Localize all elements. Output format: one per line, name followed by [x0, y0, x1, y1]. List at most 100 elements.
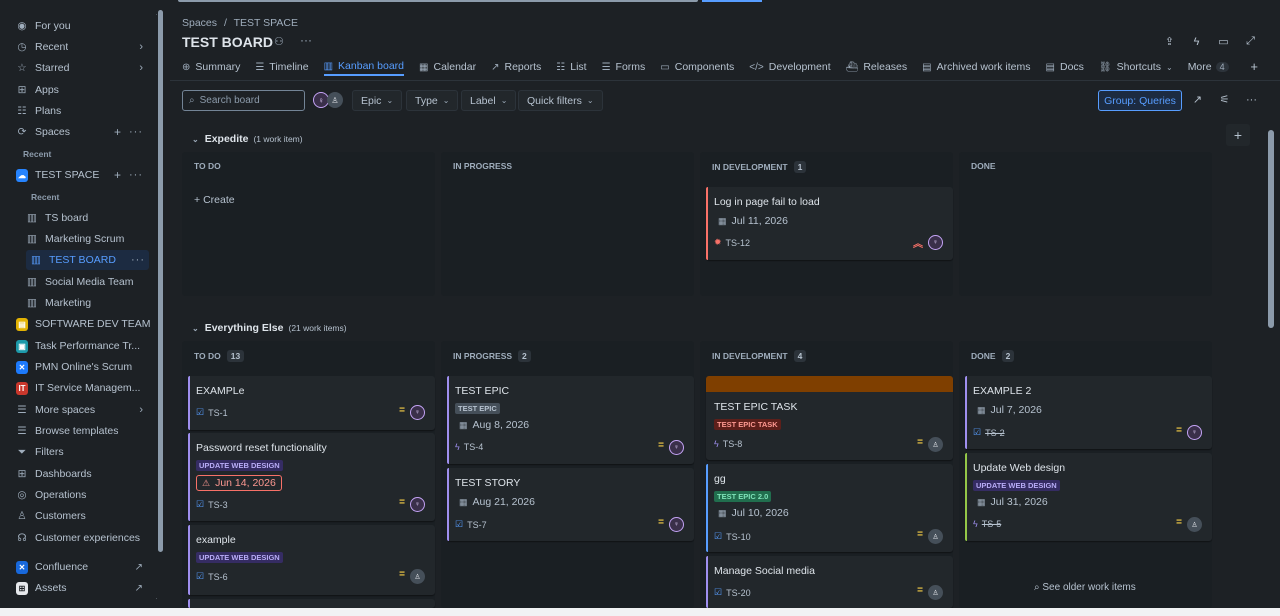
space-avatar-icon: IT [16, 381, 28, 395]
unassigned-avatar[interactable]: ♙ [410, 569, 425, 584]
tab-calendar[interactable]: ▦ Calendar [419, 58, 476, 76]
unassigned-avatar[interactable]: ♙ [1187, 517, 1202, 532]
more-actions-icon[interactable]: ··· [131, 254, 145, 266]
breadcrumb-test-space[interactable]: TEST SPACE [234, 17, 298, 29]
sidebar-item-dashboards[interactable]: ⊞ Dashboards [6, 464, 151, 484]
tab-releases[interactable]: ⛴ Releases [846, 58, 907, 76]
tab-forms[interactable]: ☰ Forms [602, 58, 646, 76]
group-by-button[interactable]: Group: Queries [1098, 90, 1182, 111]
sidebar-item-board-active[interactable]: ▥ TEST BOARD ··· [26, 250, 149, 270]
tab-development[interactable]: </> Development [749, 58, 830, 76]
tab-components[interactable]: ▭ Components [660, 58, 734, 76]
work-item-card[interactable]: EXAMPLE 2 ▦ Jul 7, 2026 ☑ TS-2 = ♀ [965, 376, 1212, 449]
sidebar-item-starred[interactable]: ☆ Starred › [6, 58, 151, 78]
create-button[interactable]: + Create [194, 194, 235, 206]
unassigned-avatar[interactable]: ♙ [928, 585, 943, 600]
sidebar-item-more-spaces[interactable]: ☰ More spaces › [6, 400, 151, 420]
tab-archived-work-items[interactable]: ▤ Archived work items [922, 58, 1030, 76]
sidebar-item-space[interactable]: IT IT Service Managem... [6, 378, 151, 398]
tab-kanban-board[interactable]: ▥ Kanban board [323, 58, 405, 76]
sidebar-item-test-space[interactable]: ☁ TEST SPACE + ··· [6, 165, 151, 185]
tab-shortcuts[interactable]: ⛓ Shortcuts ⌄ [1099, 58, 1173, 76]
sidebar-item-customer-experiences[interactable]: ☊ Customer experiences [6, 528, 151, 548]
work-item-card[interactable]: TEST STORY ▦ Aug 21, 2026 ☑ TS-7 = ♀ [447, 468, 694, 541]
avatar[interactable]: ♀ [669, 517, 684, 532]
team-icon[interactable]: ⚇ [274, 35, 284, 48]
add-tab-icon[interactable]: + [1250, 59, 1258, 74]
work-item-card[interactable]: Manage Social media ☑ TS-20 = ♙ [706, 556, 953, 608]
unassigned-avatar[interactable]: ♙ [327, 92, 343, 108]
more-actions-icon[interactable]: ··· [1244, 92, 1259, 107]
scroll-up-icon[interactable]: ▲ [155, 10, 157, 17]
chevron-right-icon: › [139, 41, 143, 53]
sidebar-item-apps[interactable]: ⊞ Apps [6, 80, 151, 100]
sidebar-item-spaces[interactable]: ⟳ Spaces + ··· [6, 122, 151, 142]
search-board-input[interactable]: ⌕ Search board [182, 90, 305, 111]
more-actions-icon[interactable]: ··· [129, 126, 143, 138]
tab-timeline[interactable]: ☰ Timeline [255, 58, 308, 76]
tab-more[interactable]: More 4 [1188, 58, 1229, 76]
tab-summary[interactable]: ⊕ Summary [182, 58, 240, 76]
sidebar-item-board[interactable]: ▥ Social Media Team [22, 272, 151, 292]
sidebar-item-operations[interactable]: ◎ Operations [6, 485, 151, 505]
sidebar-item-space[interactable]: ✕ PMN Online's Scrum [6, 357, 151, 377]
sidebar-item-for-you[interactable]: ◉ For you [6, 16, 151, 36]
sidebar-item-plans[interactable]: ☷ Plans [6, 101, 151, 121]
add-column-button[interactable]: + [1226, 124, 1250, 146]
sidebar-item-board[interactable]: ▥ TS board [22, 208, 151, 228]
share-icon[interactable]: ⇪ [1162, 34, 1177, 49]
insights-icon[interactable]: ↗ [1190, 92, 1205, 107]
board-icon: ▥ [27, 297, 37, 309]
work-item-card[interactable]: gg TEST EPIC 2.0 ▦ Jul 10, 2026 ☑ TS-10 = … [706, 464, 953, 552]
breadcrumb-spaces[interactable]: Spaces [182, 17, 217, 29]
sidebar-item-space[interactable]: ▣ Task Performance Tr... [6, 336, 151, 356]
view-settings-icon[interactable]: ⚟ [1217, 92, 1232, 107]
more-actions-icon[interactable]: ··· [300, 33, 312, 47]
sidebar-item-recent[interactable]: ◷ Recent › [6, 37, 151, 57]
tab-reports[interactable]: ↗ Reports [491, 58, 541, 76]
calendar-icon: ▦ [977, 496, 986, 507]
work-item-card[interactable] [188, 599, 435, 608]
work-item-card[interactable]: TEST EPIC TASK TEST EPIC TASK ϟ TS-8 = ♙ [706, 376, 953, 460]
sidebar-scrollbar[interactable] [158, 10, 163, 552]
unassigned-avatar[interactable]: ♙ [928, 437, 943, 452]
feedback-icon[interactable]: ▭ [1216, 34, 1231, 49]
add-space-icon[interactable]: + [114, 125, 121, 139]
work-item-card[interactable]: example UPDATE WEB DESIGN ☑ TS-6 = ♙ [188, 525, 435, 595]
sidebar-item-assets[interactable]: ⊞ Assets ↗ [6, 578, 151, 598]
avatar[interactable]: ♀ [669, 440, 684, 455]
tab-docs[interactable]: ▤ Docs [1046, 58, 1084, 76]
avatar[interactable]: ♀ [1187, 425, 1202, 440]
label-filter[interactable]: Label ⌄ [461, 90, 517, 111]
quick-filters[interactable]: Quick filters ⌄ [518, 90, 603, 111]
epic-filter[interactable]: Epic ⌄ [352, 90, 403, 111]
sidebar-item-filters[interactable]: ⏷ Filters [6, 442, 151, 462]
task-checkbox-icon: ☑ [714, 531, 723, 541]
swimlane-everything-else[interactable]: ⌄ Everything Else (21 work items) [192, 322, 347, 334]
board-scrollbar[interactable] [1268, 130, 1274, 328]
sidebar-item-browse-templates[interactable]: ☰ Browse templates [6, 421, 151, 441]
tab-list[interactable]: ☷ List [556, 58, 586, 76]
type-filter[interactable]: Type ⌄ [406, 90, 459, 111]
expand-icon[interactable]: ⤢ [1243, 34, 1258, 49]
sidebar-item-confluence[interactable]: ✕ Confluence ↗ [6, 557, 151, 577]
swimlane-expedite[interactable]: ⌄ Expedite (1 work item) [192, 133, 303, 145]
automation-bolt-icon[interactable]: ϟ [1189, 34, 1204, 49]
sidebar-item-customers[interactable]: ♙ Customers [6, 506, 151, 526]
work-item-card[interactable]: Log in page fail to load ▦ Jul 11, 2026 ✹… [706, 187, 953, 260]
sidebar-item-board[interactable]: ▥ Marketing [22, 293, 151, 313]
avatar[interactable]: ♀ [928, 235, 943, 250]
avatar[interactable]: ♀ [410, 497, 425, 512]
more-actions-icon[interactable]: ··· [129, 169, 143, 181]
unassigned-avatar[interactable]: ♙ [928, 529, 943, 544]
scroll-down-icon[interactable]: ▼ [155, 597, 157, 604]
work-item-card[interactable]: EXAMPLe ☑ TS-1 = ♀ [188, 376, 435, 430]
work-item-card[interactable]: Password reset functionality UPDATE WEB … [188, 433, 435, 521]
avatar[interactable]: ♀ [410, 405, 425, 420]
sidebar-item-board[interactable]: ▥ Marketing Scrum [22, 229, 151, 249]
work-item-card[interactable]: TEST EPIC TEST EPIC ▦ Aug 8, 2026 ϟ TS-4 =… [447, 376, 694, 464]
see-older-work-items-link[interactable]: ⌕ See older work items [1034, 582, 1136, 593]
add-icon[interactable]: + [114, 168, 121, 182]
work-item-card[interactable]: Update Web design UPDATE WEB DESIGN ▦ Jul… [965, 453, 1212, 541]
sidebar-item-space[interactable]: ▤ SOFTWARE DEV TEAM [6, 314, 151, 334]
